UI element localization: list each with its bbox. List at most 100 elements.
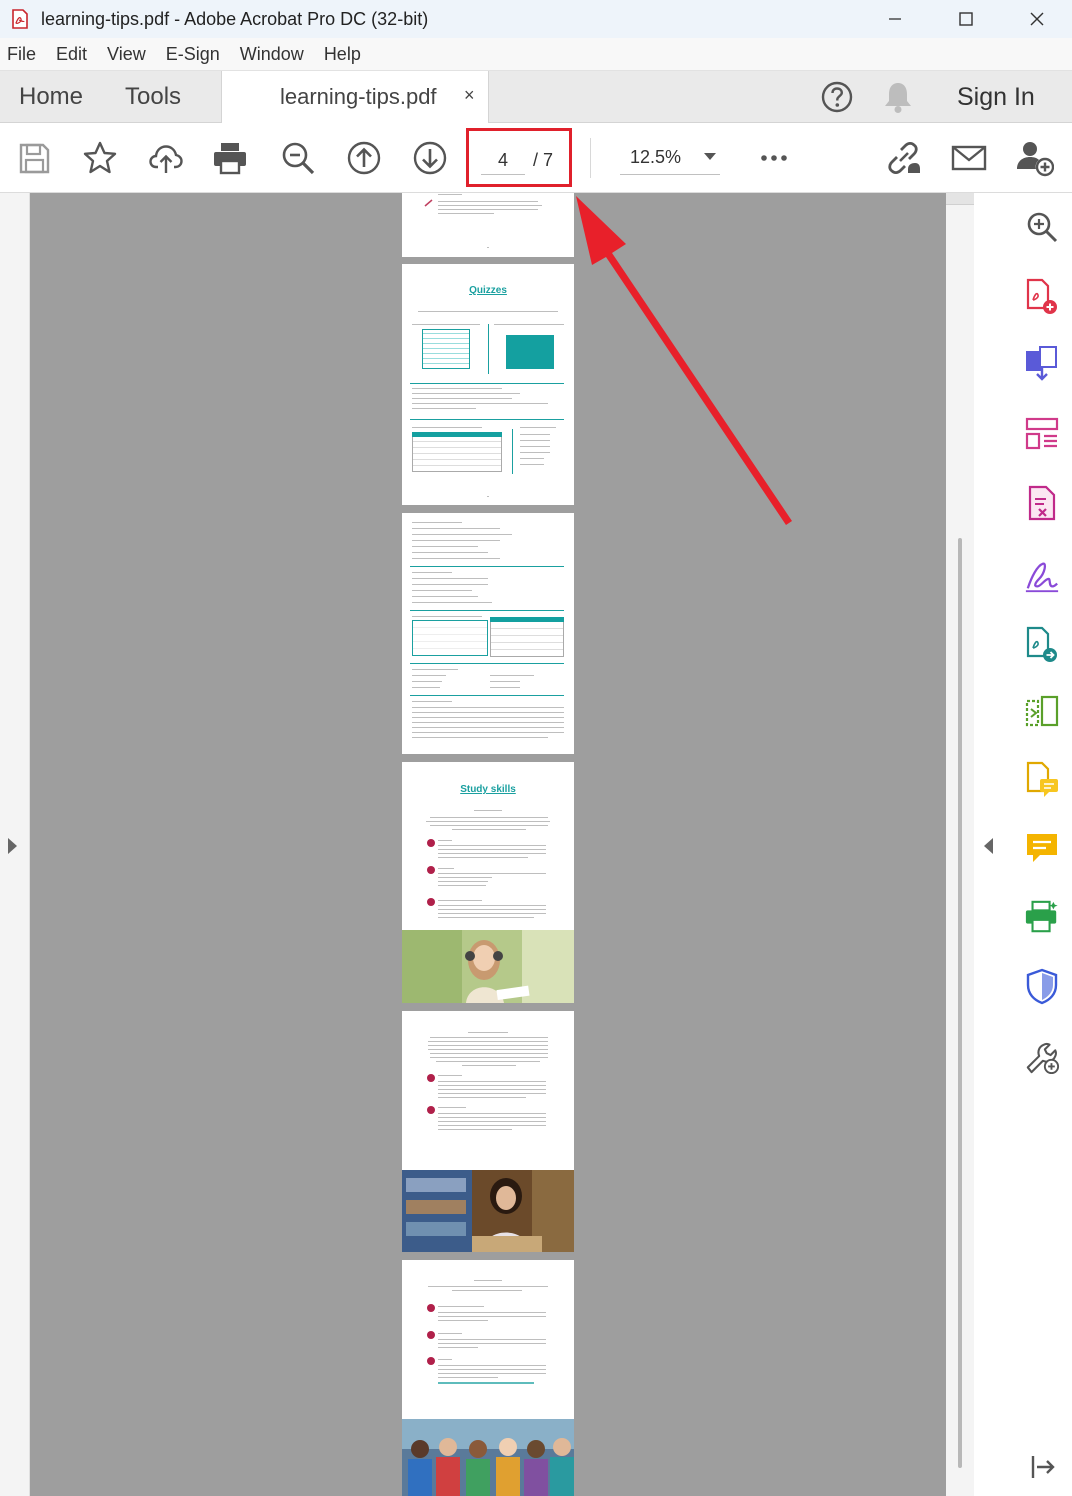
link-icon xyxy=(888,141,920,175)
page-title-study-skills: Study skills xyxy=(460,784,516,795)
next-page-button[interactable] xyxy=(411,139,449,177)
tab-document[interactable]: learning-tips.pdf × xyxy=(221,71,489,124)
chevron-down-icon xyxy=(704,153,716,160)
vertical-scrollbar[interactable] xyxy=(946,193,974,1496)
combine-files-icon xyxy=(1026,346,1057,381)
collapse-tools-button[interactable] xyxy=(1024,1448,1060,1486)
document-view[interactable]: Quizzes Study skills xyxy=(30,193,946,1496)
pencil-icon xyxy=(424,199,433,207)
zoom-out-button[interactable] xyxy=(279,139,317,177)
compress-pdf-button[interactable] xyxy=(1024,485,1060,523)
pdf-page-6 xyxy=(402,1260,574,1496)
window-title: learning-tips.pdf - Adobe Acrobat Pro DC… xyxy=(41,8,429,29)
bookmark-star-button[interactable] xyxy=(81,139,119,177)
menu-view[interactable]: View xyxy=(107,44,146,65)
star-icon xyxy=(83,141,117,174)
previous-page-button[interactable] xyxy=(345,139,383,177)
menu-esign[interactable]: E-Sign xyxy=(166,44,220,65)
close-icon xyxy=(1030,12,1043,26)
close-window-button[interactable] xyxy=(1001,0,1072,38)
minimize-icon xyxy=(888,18,901,20)
scrollbar-top xyxy=(946,193,974,205)
arrow-down-circle-icon xyxy=(413,141,447,175)
zoom-in-icon xyxy=(1027,212,1058,243)
page-title-quizzes: Quizzes xyxy=(469,285,507,296)
collapse-right-panel-icon[interactable] xyxy=(984,838,993,854)
fill-sign-button[interactable] xyxy=(1024,557,1060,595)
toolbar-separator xyxy=(590,138,591,178)
page-number-input[interactable] xyxy=(481,147,525,175)
pdf-page-2: Quizzes xyxy=(402,264,574,505)
bell-icon[interactable] xyxy=(882,80,914,114)
shield-icon xyxy=(1026,968,1058,1005)
zoom-out-icon xyxy=(282,142,315,175)
more-dots-icon xyxy=(761,155,787,161)
menu-bar: File Edit View E-Sign Window Help xyxy=(0,38,1072,71)
menu-file[interactable]: File xyxy=(7,44,36,65)
email-button[interactable] xyxy=(950,139,988,177)
compare-files-button[interactable] xyxy=(1024,693,1060,731)
upload-cloud-button[interactable] xyxy=(147,139,185,177)
print-button[interactable] xyxy=(211,139,249,177)
menu-window[interactable]: Window xyxy=(240,44,304,65)
compress-pdf-icon xyxy=(1028,485,1056,521)
protect-button[interactable] xyxy=(1024,968,1060,1006)
toolbar: / 7 12.5% xyxy=(0,123,1072,193)
more-tools-panel-button[interactable] xyxy=(1024,1038,1060,1076)
combine-files-button[interactable] xyxy=(1024,345,1060,383)
student-headphones-photo xyxy=(402,930,574,1003)
menu-help[interactable]: Help xyxy=(324,44,361,65)
pdf-page-1 xyxy=(402,193,574,257)
share-with-people-button[interactable] xyxy=(1016,139,1054,177)
pdf-page-4: Study skills xyxy=(402,762,574,1003)
signature-pen-icon xyxy=(1025,562,1059,593)
organize-pages-button[interactable] xyxy=(1024,415,1060,453)
expand-left-panel-icon[interactable] xyxy=(8,838,17,854)
page-total: / 7 xyxy=(533,150,554,170)
save-button[interactable] xyxy=(15,139,53,177)
pdf-page-5 xyxy=(402,1011,574,1252)
share-link-button[interactable] xyxy=(884,139,922,177)
title-bar: learning-tips.pdf - Adobe Acrobat Pro DC… xyxy=(0,0,1072,38)
save-icon xyxy=(19,143,50,174)
create-pdf-icon xyxy=(1026,278,1057,314)
arrow-right-bar-icon xyxy=(1031,1456,1055,1478)
menu-edit[interactable]: Edit xyxy=(56,44,87,65)
student-library-photo xyxy=(402,1170,574,1252)
right-tools-panel xyxy=(974,193,1072,1496)
export-pdf-icon xyxy=(1026,626,1057,662)
organize-pages-icon xyxy=(1025,417,1059,450)
tab-document-label: learning-tips.pdf xyxy=(280,84,437,109)
comment-file-button[interactable] xyxy=(1024,761,1060,799)
tab-home[interactable]: Home xyxy=(19,83,83,111)
arrow-up-circle-icon xyxy=(347,141,381,175)
envelope-icon xyxy=(951,145,987,171)
wrench-plus-icon xyxy=(1026,1042,1060,1075)
students-group-photo xyxy=(402,1419,574,1496)
cloud-upload-icon xyxy=(149,145,183,173)
print-production-button[interactable] xyxy=(1024,898,1060,936)
create-pdf-button[interactable] xyxy=(1024,278,1060,316)
print-production-icon xyxy=(1025,900,1058,933)
acrobat-app-icon xyxy=(12,9,28,29)
zoom-tool-button[interactable] xyxy=(1024,208,1060,246)
sign-in-button[interactable]: Sign In xyxy=(957,83,1035,112)
tab-bar: Home Tools learning-tips.pdf × Sign In xyxy=(0,71,1072,124)
comment-button[interactable] xyxy=(1024,829,1060,867)
comment-document-icon xyxy=(1026,761,1058,797)
scrollbar-thumb[interactable] xyxy=(958,538,962,1468)
help-icon[interactable] xyxy=(820,80,854,114)
compare-files-icon xyxy=(1025,695,1059,727)
maximize-icon xyxy=(958,12,973,26)
maximize-button[interactable] xyxy=(930,0,1001,38)
comment-bubble-icon xyxy=(1027,834,1057,862)
minimize-button[interactable] xyxy=(859,0,930,38)
tab-tools[interactable]: Tools xyxy=(125,83,181,111)
export-pdf-button[interactable] xyxy=(1024,626,1060,664)
zoom-select[interactable]: 12.5% xyxy=(620,139,720,175)
close-tab-button[interactable]: × xyxy=(464,85,475,106)
printer-icon xyxy=(214,143,246,175)
pdf-page-3 xyxy=(402,513,574,754)
more-tools-button[interactable] xyxy=(755,139,793,177)
zoom-value: 12.5% xyxy=(630,147,682,167)
